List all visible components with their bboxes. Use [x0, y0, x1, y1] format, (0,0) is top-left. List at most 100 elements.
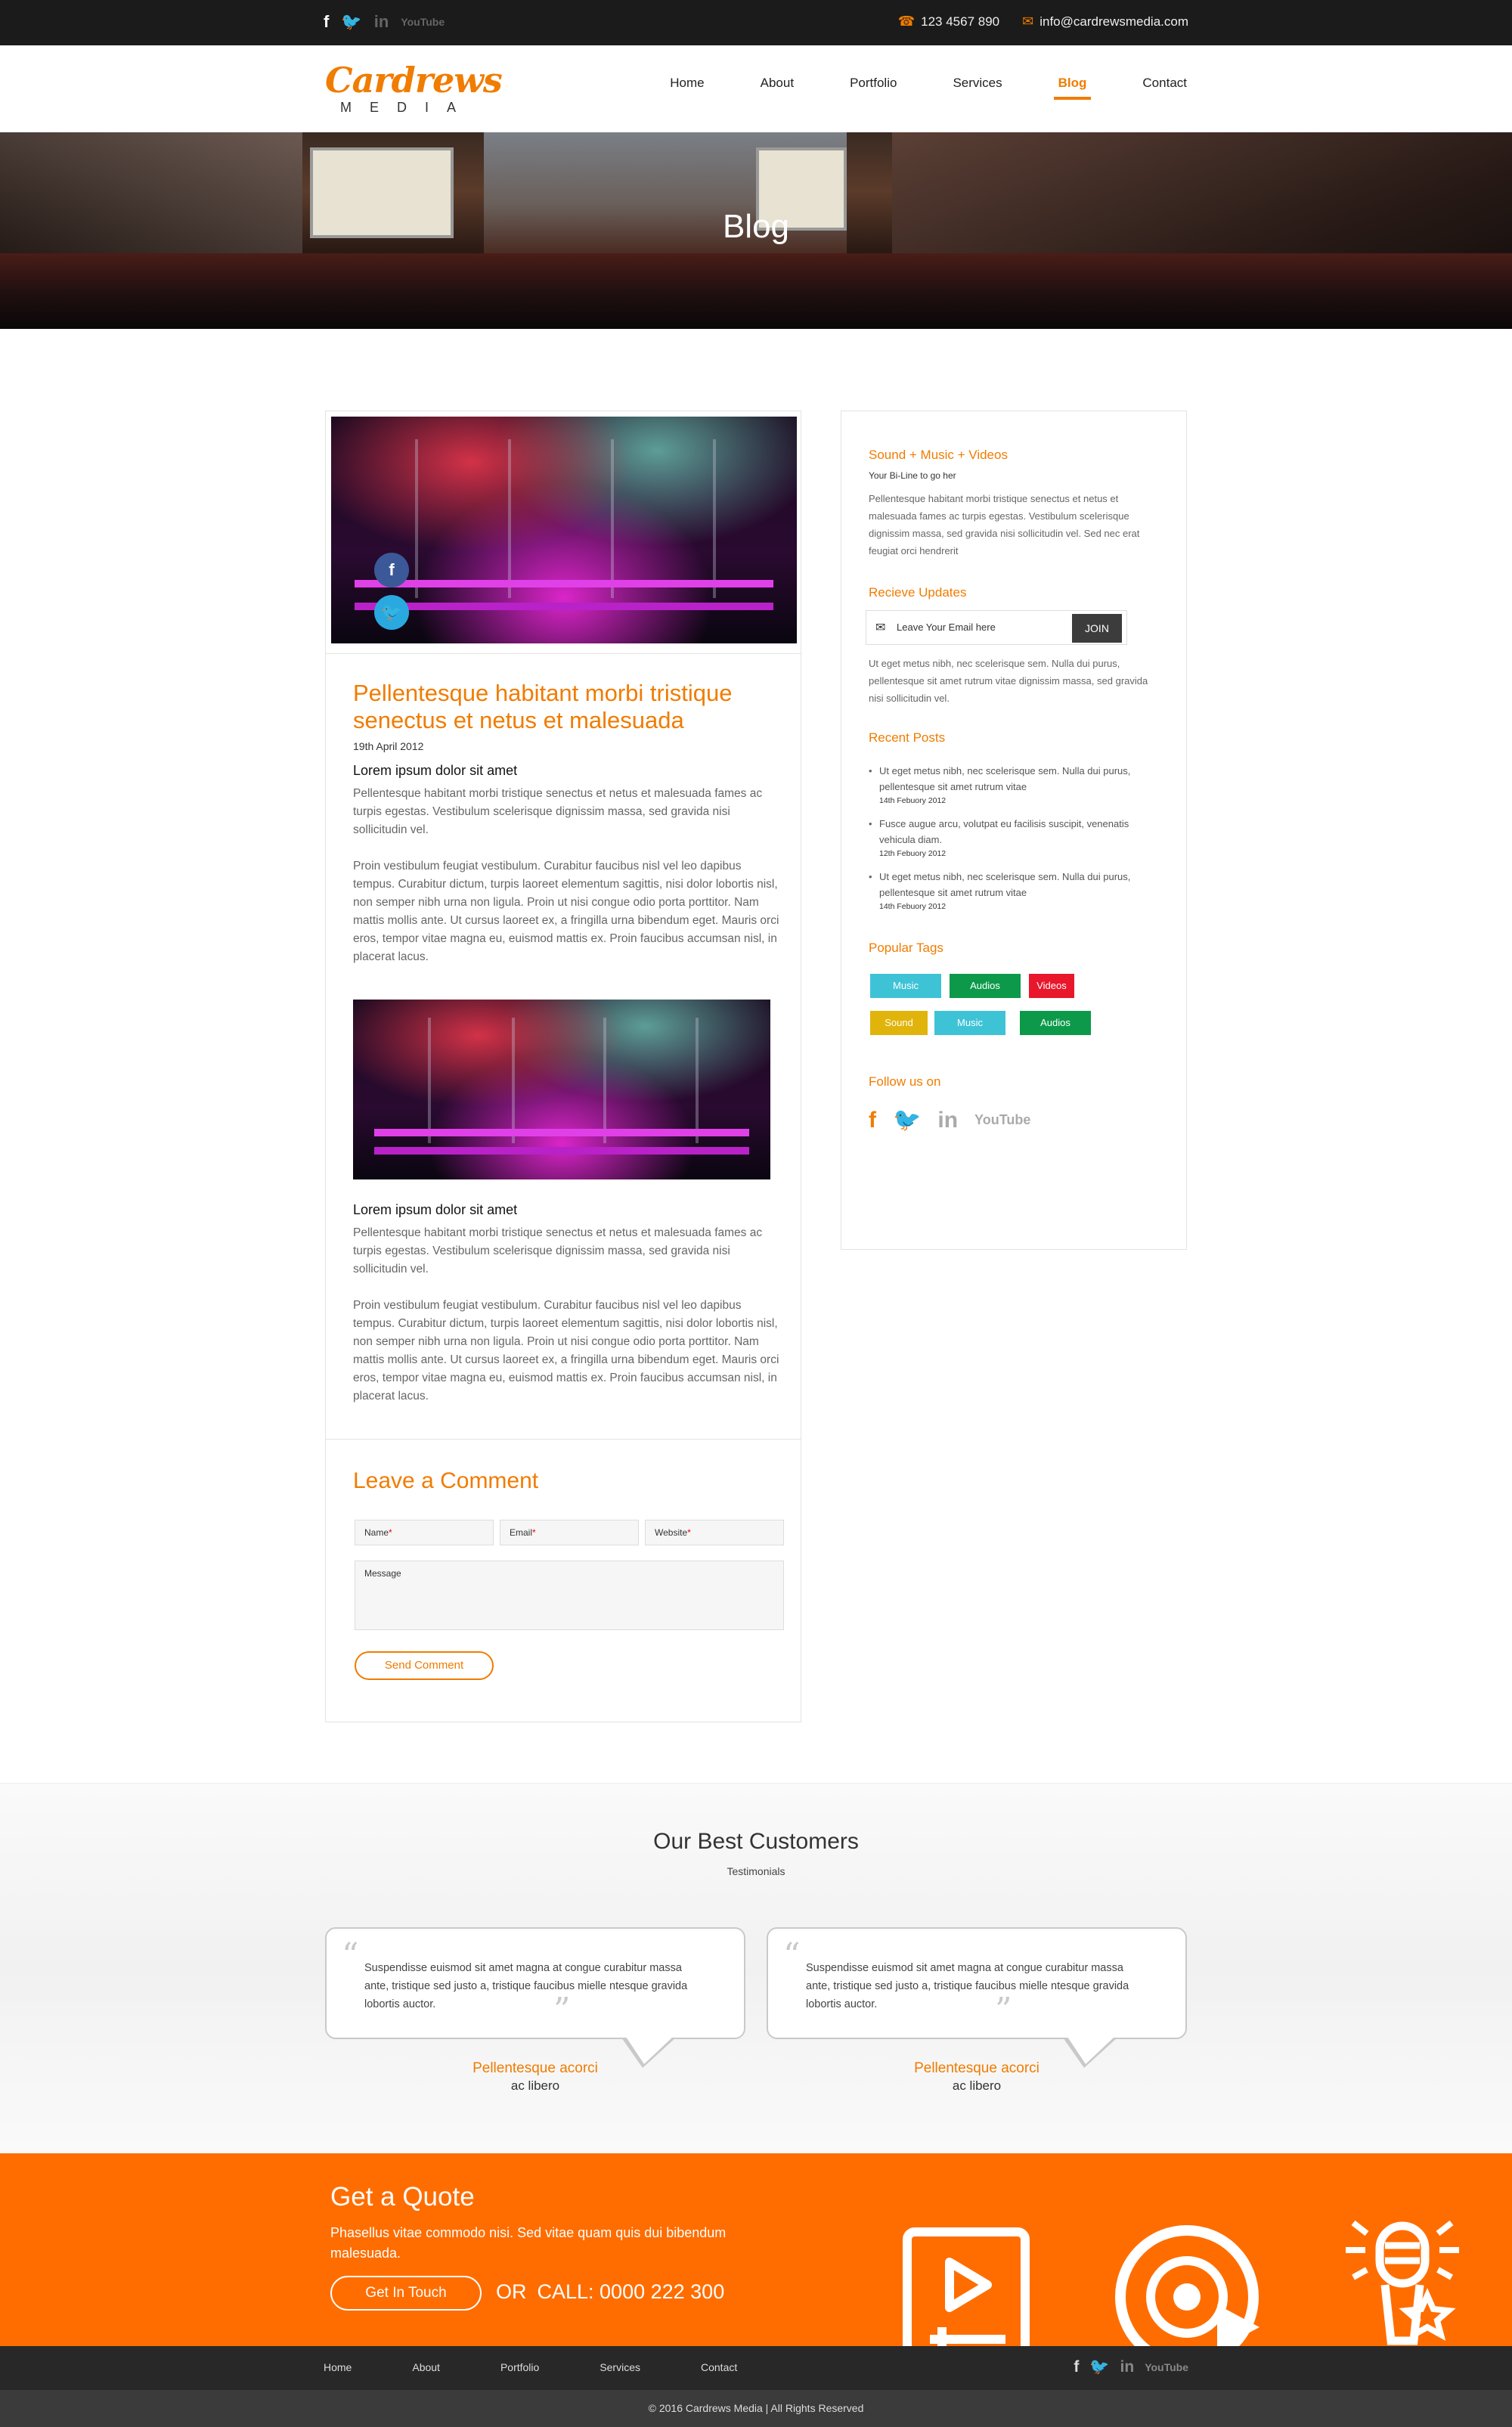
- footer-nav-home[interactable]: Home: [324, 2361, 352, 2373]
- footer-nav-contact[interactable]: Contact: [701, 2361, 737, 2373]
- linkedin-icon[interactable]: in: [1120, 2358, 1135, 2376]
- nav-services[interactable]: Services: [953, 76, 1002, 100]
- linkedin-icon[interactable]: in: [374, 12, 389, 32]
- about-text: Pellentesque habitant morbi tristique se…: [869, 493, 1140, 556]
- logo[interactable]: Cardrews MEDIA: [325, 62, 503, 116]
- nav-home[interactable]: Home: [670, 76, 704, 100]
- call-number[interactable]: CALL: 0000 222 300: [538, 2280, 725, 2303]
- footer: Home About Portfolio Services Contact f …: [0, 2346, 1512, 2390]
- recent-post-date: 12th Febuory 2012: [879, 849, 947, 858]
- twitter-icon[interactable]: 🐦: [341, 12, 361, 32]
- updates-text: Ut eget metus nibh, nec scelerisque sem.…: [869, 658, 1148, 704]
- microphone-icon: [1346, 2220, 1459, 2345]
- quote-text: Phasellus vitae commodo nisi. Sed vitae …: [330, 2225, 727, 2261]
- blog-post: f 🐦 Pellentesque habitant morbi tristiqu…: [325, 411, 801, 1722]
- post-featured-image: f 🐦: [331, 417, 797, 643]
- testimonials-sub: Testimonials: [727, 1865, 785, 1877]
- facebook-icon[interactable]: f: [1074, 2358, 1079, 2376]
- join-button[interactable]: JOIN: [1072, 614, 1122, 643]
- about-heading: Sound + Music + Videos: [869, 448, 1008, 462]
- updates-heading: Recieve Updates: [869, 585, 967, 600]
- footer-nav: Home About Portfolio Services Contact: [324, 2361, 798, 2373]
- twitter-icon[interactable]: 🐦: [1089, 2358, 1109, 2376]
- phone-number[interactable]: 123 4567 890: [921, 14, 999, 29]
- recent-post-item[interactable]: Fusce augue arcu, volutpat eu facilisis …: [869, 816, 1156, 860]
- share-twitter-icon[interactable]: 🐦: [374, 595, 409, 630]
- message-field[interactable]: Message: [355, 1561, 784, 1630]
- envelope-icon: ✉: [1022, 14, 1034, 29]
- quote-heading: Get a Quote: [330, 2182, 475, 2212]
- copyright: © 2016 Cardrews Media | All Rights Reser…: [0, 2390, 1512, 2427]
- email-address[interactable]: info@cardrewsmedia.com: [1040, 14, 1188, 29]
- linkedin-icon[interactable]: in: [937, 1108, 958, 1133]
- disc-icon: [1115, 2225, 1259, 2346]
- facebook-icon[interactable]: f: [869, 1108, 876, 1133]
- nav-blog[interactable]: Blog: [1053, 76, 1092, 100]
- testimonial-author: Pellentesque acorci ac libero: [325, 2060, 745, 2094]
- quote-open-icon: “: [783, 1936, 801, 1975]
- message-label: Message: [364, 1568, 401, 1579]
- main-nav: Home About Portfolio Services Blog Conta…: [614, 76, 1187, 100]
- testimonial-text: Suspendisse euismod sit amet magna at co…: [806, 1962, 1129, 2010]
- tag-videos[interactable]: Videos: [1029, 974, 1074, 998]
- website-field[interactable]: Website*: [645, 1520, 784, 1545]
- youtube-icon[interactable]: YouTube: [401, 16, 445, 28]
- quote-close-icon: ”: [553, 1991, 571, 2029]
- post-section1-p2: Proin vestibulum feugiat vestibulum. Cur…: [353, 860, 779, 963]
- tag-sound[interactable]: Sound: [870, 1011, 928, 1035]
- tag-audios[interactable]: Audios: [950, 974, 1021, 998]
- recent-post-item[interactable]: Ut eget metus nibh, nec scelerisque sem.…: [869, 869, 1156, 913]
- about-subline: Your Bi-Line to go her: [869, 470, 956, 481]
- footer-nav-portfolio[interactable]: Portfolio: [500, 2361, 539, 2373]
- youtube-icon[interactable]: YouTube: [1145, 2361, 1188, 2373]
- post-section1-p1: Pellentesque habitant morbi tristique se…: [353, 787, 763, 836]
- name-field[interactable]: Name*: [355, 1520, 494, 1545]
- name-label: Name: [364, 1527, 389, 1538]
- youtube-icon[interactable]: YouTube: [974, 1112, 1030, 1128]
- twitter-icon[interactable]: 🐦: [893, 1107, 921, 1133]
- share-facebook-icon[interactable]: f: [374, 553, 409, 587]
- required-mark: *: [687, 1527, 691, 1538]
- email-item: ✉ info@cardrewsmedia.com: [1022, 14, 1188, 29]
- get-in-touch-button[interactable]: Get In Touch: [330, 2276, 482, 2311]
- recent-post-text: Fusce augue arcu, volutpat eu facilisis …: [879, 818, 1129, 845]
- recent-post-item[interactable]: Ut eget metus nibh, nec scelerisque sem.…: [869, 763, 1156, 807]
- recent-post-date: 14th Febuory 2012: [879, 796, 947, 805]
- top-bar: f 🐦 in YouTube ☎ 123 4567 890 ✉ info@cardr…: [0, 0, 1512, 45]
- comment-heading: Leave a Comment: [353, 1468, 539, 1493]
- tag-music-2[interactable]: Music: [934, 1011, 1005, 1035]
- tag-music[interactable]: Music: [870, 974, 941, 998]
- tag-audios-2[interactable]: Audios: [1020, 1011, 1091, 1035]
- author-role: ac libero: [510, 2078, 560, 2093]
- top-social-links: f 🐦 in YouTube: [324, 12, 445, 32]
- divider: [326, 653, 801, 654]
- nav-contact[interactable]: Contact: [1142, 76, 1187, 100]
- testimonial-text: Suspendisse euismod sit amet magna at co…: [364, 1962, 688, 2010]
- quote-open-icon: “: [342, 1936, 359, 1975]
- nav-about[interactable]: About: [761, 76, 794, 100]
- call-line: OR CALL: 0000 222 300: [496, 2280, 724, 2304]
- tags-heading: Popular Tags: [869, 941, 943, 955]
- send-comment-button[interactable]: Send Comment: [355, 1651, 494, 1680]
- post-inline-image: [353, 1000, 770, 1179]
- post-title: Pellentesque habitant morbi tristique se…: [353, 680, 733, 733]
- post-section2-heading: Lorem ipsum dolor sit amet: [353, 1202, 518, 1217]
- testimonials-section: Our Best Customers Testimonials “ Suspen…: [0, 1783, 1512, 2153]
- nav-portfolio[interactable]: Portfolio: [850, 76, 897, 100]
- website-label: Website: [655, 1527, 688, 1538]
- testimonials-heading: Our Best Customers: [653, 1829, 859, 1854]
- required-mark: *: [532, 1527, 536, 1538]
- post-section2-p2: Proin vestibulum feugiat vestibulum. Cur…: [353, 1299, 779, 1403]
- recent-posts-heading: Recent Posts: [869, 730, 946, 745]
- facebook-icon[interactable]: f: [324, 12, 329, 32]
- email-field[interactable]: Email*: [500, 1520, 639, 1545]
- footer-nav-services[interactable]: Services: [600, 2361, 640, 2373]
- footer-nav-about[interactable]: About: [412, 2361, 440, 2373]
- email-label: Email: [510, 1527, 533, 1538]
- video-icon: [903, 2227, 1030, 2346]
- author-name: Pellentesque acorci: [914, 2060, 1040, 2076]
- required-mark: *: [389, 1527, 392, 1538]
- or-text: OR: [496, 2280, 527, 2303]
- newsletter-email-input[interactable]: Leave Your Email here: [897, 621, 996, 633]
- divider: [326, 1439, 801, 1440]
